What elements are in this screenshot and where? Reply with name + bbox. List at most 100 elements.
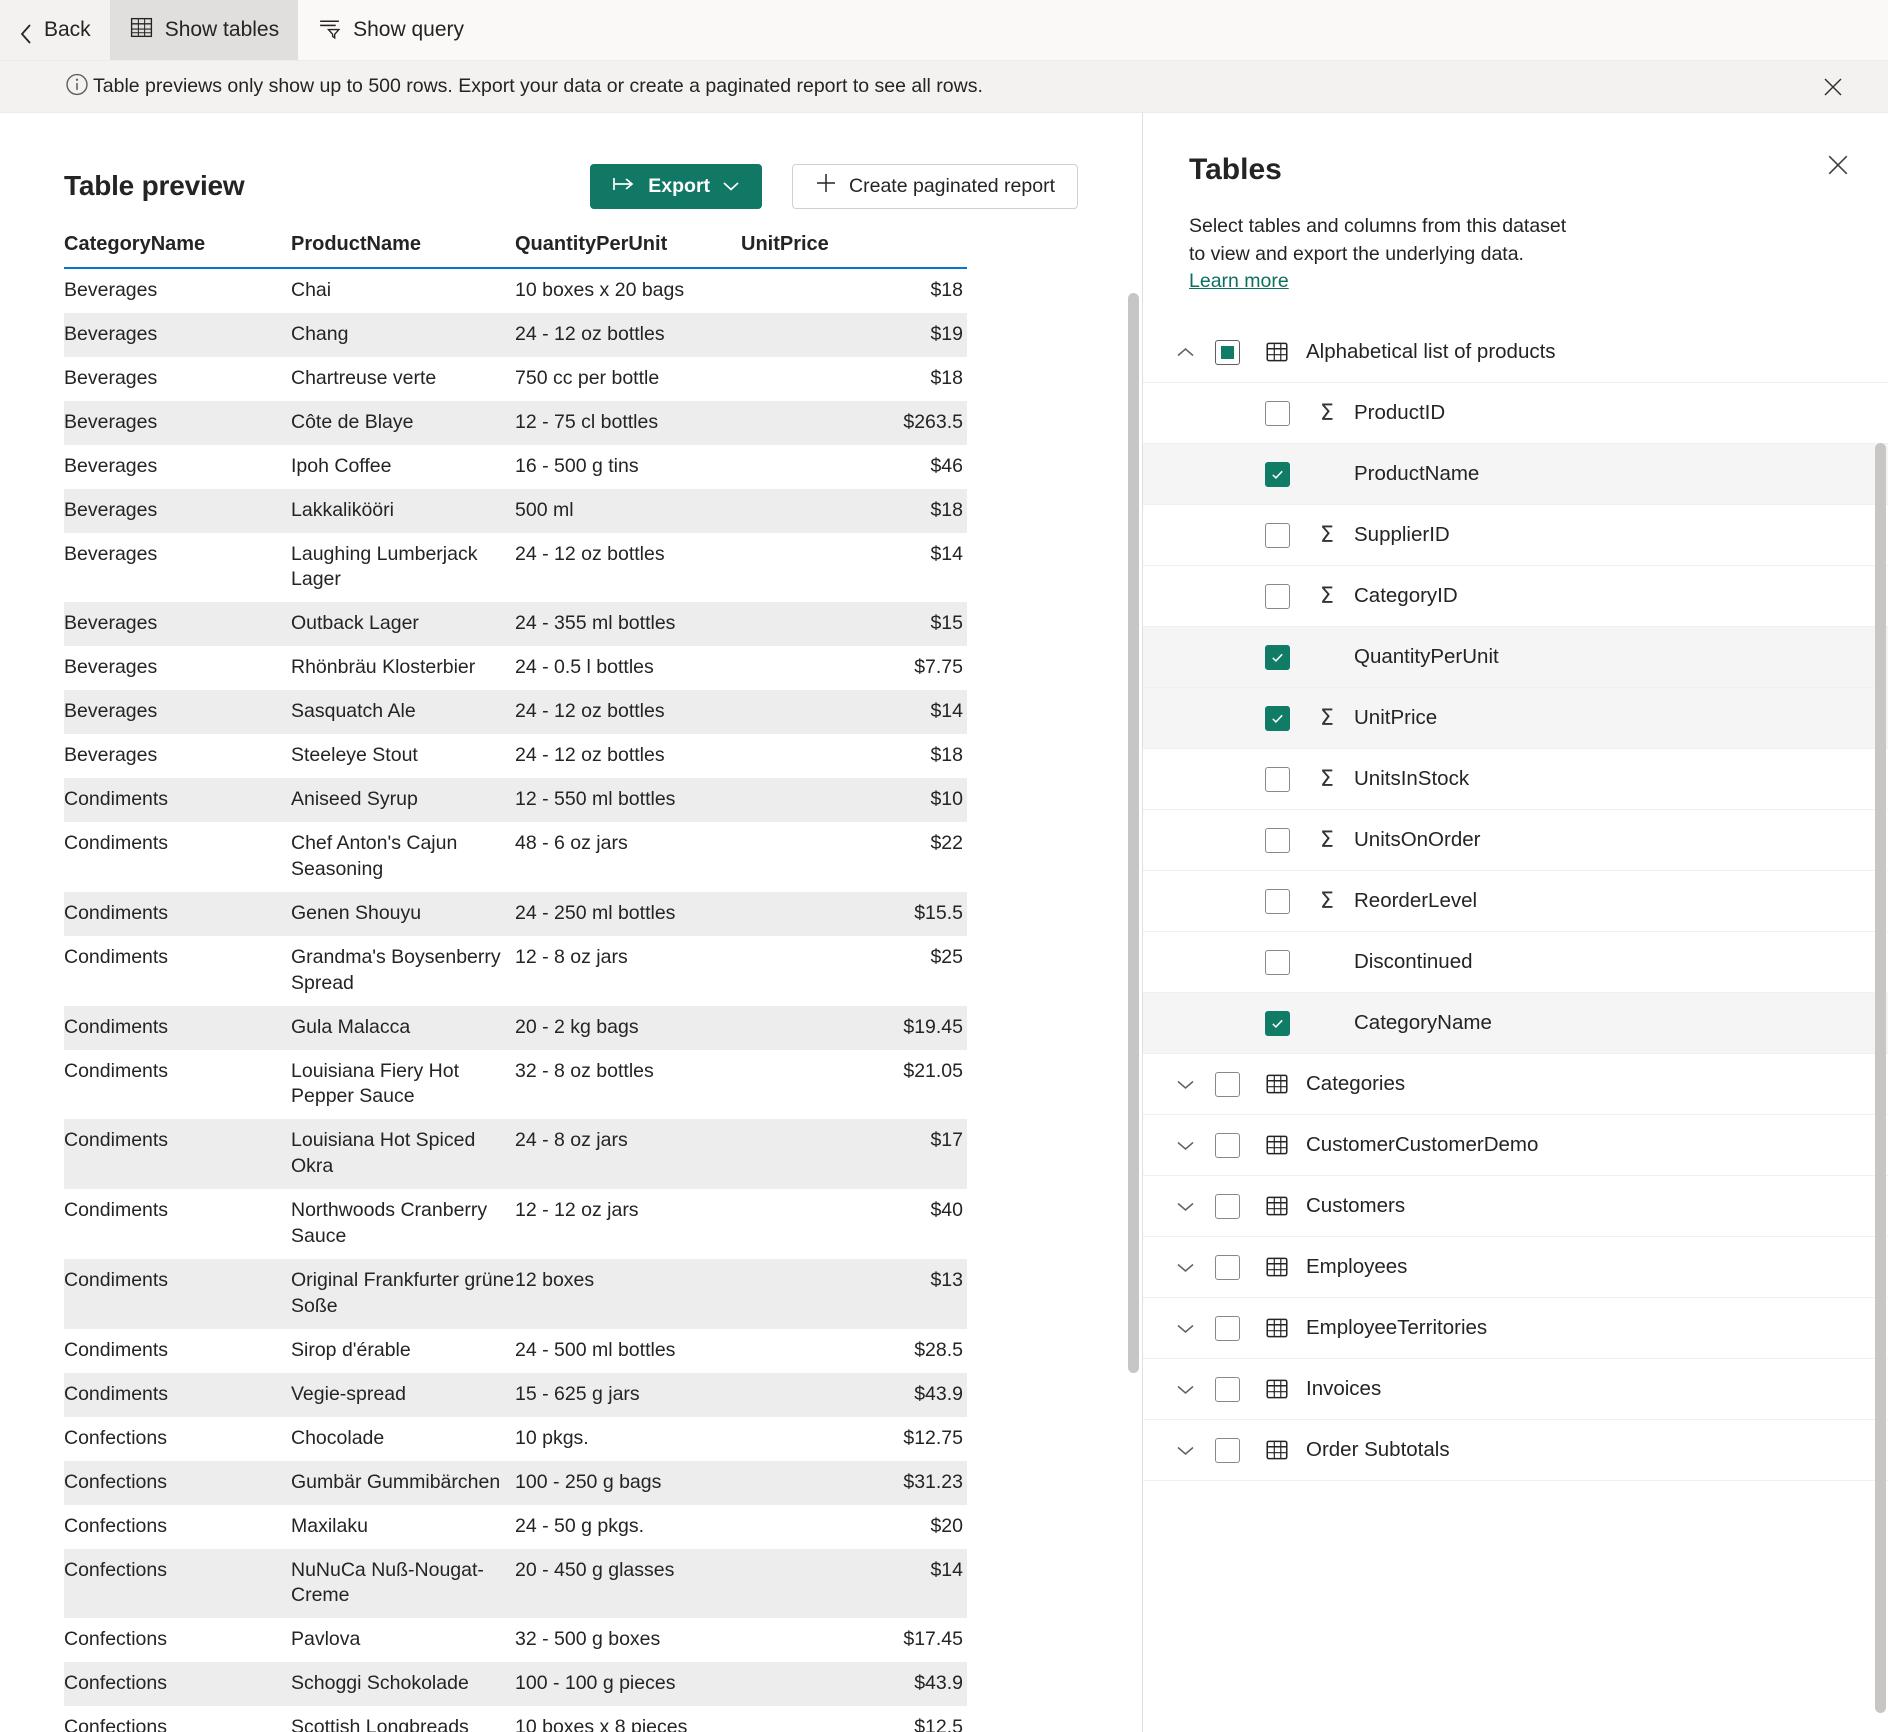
tables-panel: Tables Select tables and columns from th… bbox=[1143, 113, 1888, 1732]
tree-table-row-employees[interactable]: Employees bbox=[1143, 1237, 1888, 1299]
table-icon bbox=[1262, 1376, 1292, 1402]
plus-icon bbox=[815, 172, 837, 200]
column-header-unitprice[interactable]: UnitPrice bbox=[741, 225, 967, 269]
chevron-down-icon[interactable] bbox=[1167, 1188, 1203, 1224]
tables-panel-scrollbar[interactable] bbox=[1875, 443, 1886, 1732]
create-paginated-report-button[interactable]: Create paginated report bbox=[792, 163, 1078, 209]
checkbox-unchecked[interactable] bbox=[1265, 949, 1290, 975]
content-area: Table preview Export Create paginated re… bbox=[0, 113, 1888, 1732]
tree-column-row-quantityperunit[interactable]: Σ QuantityPerUnit bbox=[1143, 627, 1888, 689]
chevron-up-icon[interactable] bbox=[1167, 334, 1203, 370]
tables-panel-scrollbar-thumb[interactable] bbox=[1875, 443, 1886, 1713]
checkbox-checked[interactable] bbox=[1265, 644, 1290, 670]
table-cell-unitprice: $10 bbox=[930, 788, 963, 811]
table-cell-quantityperunit: 24 - 500 ml bottles bbox=[515, 1338, 676, 1361]
tree-table-row-customercustomerdemo[interactable]: CustomerCustomerDemo bbox=[1143, 1115, 1888, 1177]
tree-column-row-unitsinstock[interactable]: Σ UnitsInStock bbox=[1143, 749, 1888, 811]
tree-table-row-alphabetical-list-of-products[interactable]: Alphabetical list of products bbox=[1143, 322, 1888, 384]
table-cell-unitprice: $14 bbox=[930, 700, 963, 723]
checkbox-unchecked[interactable] bbox=[1215, 1437, 1240, 1463]
show-query-button[interactable]: Show query bbox=[298, 0, 483, 60]
tree-table-row-categories[interactable]: Categories bbox=[1143, 1054, 1888, 1116]
checkbox-unchecked[interactable] bbox=[1215, 1254, 1240, 1280]
chevron-down-icon[interactable] bbox=[1167, 1127, 1203, 1163]
export-arrow-icon bbox=[612, 175, 636, 198]
table-row: Beverages Laughing Lumberjack Lager 24 - 1… bbox=[64, 533, 967, 603]
tree-column-row-unitprice[interactable]: Σ UnitPrice bbox=[1143, 688, 1888, 750]
tree-column-row-unitsonorder[interactable]: Σ UnitsOnOrder bbox=[1143, 810, 1888, 872]
table-cell-quantityperunit: 750 cc per bottle bbox=[515, 366, 660, 389]
column-header-productname[interactable]: ProductName bbox=[291, 225, 515, 269]
chevron-down-icon[interactable] bbox=[1167, 1310, 1203, 1346]
sigma-icon: Σ bbox=[1320, 705, 1334, 731]
checkbox-checked[interactable] bbox=[1265, 705, 1290, 731]
chevron-down-icon[interactable] bbox=[1167, 1066, 1203, 1102]
table-cell-quantityperunit: 32 - 8 oz bottles bbox=[515, 1059, 654, 1082]
tree-column-row-reorderlevel[interactable]: Σ ReorderLevel bbox=[1143, 871, 1888, 933]
tree-table-row-employeeterritories[interactable]: EmployeeTerritories bbox=[1143, 1298, 1888, 1360]
tree-column-row-supplierid[interactable]: Σ SupplierID bbox=[1143, 505, 1888, 567]
show-tables-button[interactable]: Show tables bbox=[109, 0, 299, 60]
chevron-down-icon[interactable] bbox=[1167, 1432, 1203, 1468]
sigma-icon: Σ bbox=[1320, 400, 1334, 426]
tree-column-row-categoryid[interactable]: Σ CategoryID bbox=[1143, 566, 1888, 628]
column-header-categoryname[interactable]: CategoryName bbox=[64, 225, 291, 269]
tables-panel-close-button[interactable] bbox=[1820, 147, 1856, 183]
tree-column-label: SupplierID bbox=[1354, 523, 1450, 547]
tree-column-row-discontinued[interactable]: Σ Discontinued bbox=[1143, 932, 1888, 994]
tree-column-label: UnitsOnOrder bbox=[1354, 828, 1481, 852]
checkbox-unchecked[interactable] bbox=[1215, 1132, 1240, 1158]
chevron-down-icon[interactable] bbox=[1167, 1371, 1203, 1407]
checkbox-unchecked[interactable] bbox=[1265, 888, 1290, 914]
checkbox-unchecked[interactable] bbox=[1265, 522, 1290, 548]
tree-table-row-invoices[interactable]: Invoices bbox=[1143, 1359, 1888, 1421]
export-button[interactable]: Export bbox=[590, 163, 763, 209]
sigma-icon: Σ bbox=[1320, 522, 1334, 548]
table-row: Beverages Rhönbräu Klosterbier 24 - 0.5 l … bbox=[64, 646, 967, 690]
tree-column-row-productid[interactable]: Σ ProductID bbox=[1143, 383, 1888, 445]
back-button[interactable]: Back bbox=[0, 0, 110, 60]
no-aggregate-placeholder: Σ bbox=[1312, 645, 1342, 670]
info-icon bbox=[64, 71, 90, 102]
tree-column-row-productname[interactable]: Σ ProductName bbox=[1143, 444, 1888, 506]
checkbox-unchecked[interactable] bbox=[1215, 1376, 1240, 1402]
checkbox-unchecked[interactable] bbox=[1265, 766, 1290, 792]
preview-scrollbar-thumb[interactable] bbox=[1128, 293, 1139, 1373]
checkbox-unchecked[interactable] bbox=[1215, 1193, 1240, 1219]
table-icon bbox=[1262, 1437, 1292, 1463]
checkbox-unchecked[interactable] bbox=[1265, 583, 1290, 609]
table-cell-categoryname: Condiments bbox=[64, 1199, 169, 1222]
table-cell-categoryname: Beverages bbox=[64, 744, 158, 767]
checkbox-unchecked[interactable] bbox=[1265, 827, 1290, 853]
table-cell-categoryname: Beverages bbox=[64, 498, 158, 521]
table-icon bbox=[1262, 1132, 1292, 1158]
table-cell-categoryname: Condiments bbox=[64, 831, 169, 854]
command-bar: Back Show tables Show query bbox=[0, 0, 1888, 61]
page-title: Table preview bbox=[64, 170, 245, 201]
checkbox-unchecked[interactable] bbox=[1265, 400, 1290, 426]
tree-column-row-categoryname[interactable]: Σ CategoryName bbox=[1143, 993, 1888, 1055]
table-cell-quantityperunit: 24 - 8 oz jars bbox=[515, 1129, 628, 1152]
query-filter-icon bbox=[317, 15, 342, 46]
preview-scrollbar[interactable] bbox=[1128, 225, 1139, 1732]
checkbox-checked[interactable] bbox=[1265, 1010, 1290, 1036]
learn-more-link[interactable]: Learn more bbox=[1189, 268, 1289, 296]
checkbox-unchecked[interactable] bbox=[1215, 1071, 1240, 1097]
checkbox-unchecked[interactable] bbox=[1215, 1315, 1240, 1341]
table-cell-quantityperunit: 12 - 75 cl bottles bbox=[515, 410, 659, 433]
table-cell-unitprice: $19 bbox=[930, 322, 963, 345]
checkbox-checked[interactable] bbox=[1265, 461, 1290, 487]
tree-table-row-customers[interactable]: Customers bbox=[1143, 1176, 1888, 1238]
checkbox-partial[interactable] bbox=[1215, 339, 1240, 365]
table-cell-categoryname: Condiments bbox=[64, 945, 169, 968]
chevron-down-icon[interactable] bbox=[1167, 1249, 1203, 1285]
table-row: Condiments Louisiana Hot Spiced Okra 24 - … bbox=[64, 1119, 967, 1190]
table-cell-quantityperunit: 16 - 500 g tins bbox=[515, 454, 639, 477]
table-row: Confections Gumbär Gummibärchen 100 - 250 … bbox=[64, 1460, 967, 1505]
notification-text: Table previews only show up to 500 rows.… bbox=[93, 75, 983, 97]
table-cell-unitprice: $17.45 bbox=[903, 1628, 963, 1651]
column-header-quantityperunit[interactable]: QuantityPerUnit bbox=[515, 225, 741, 269]
tree-table-row-order-subtotals[interactable]: Order Subtotals bbox=[1143, 1420, 1888, 1482]
notification-close-button[interactable] bbox=[1816, 70, 1850, 104]
table-cell-productname: Scottish Longbreads bbox=[291, 1716, 469, 1732]
